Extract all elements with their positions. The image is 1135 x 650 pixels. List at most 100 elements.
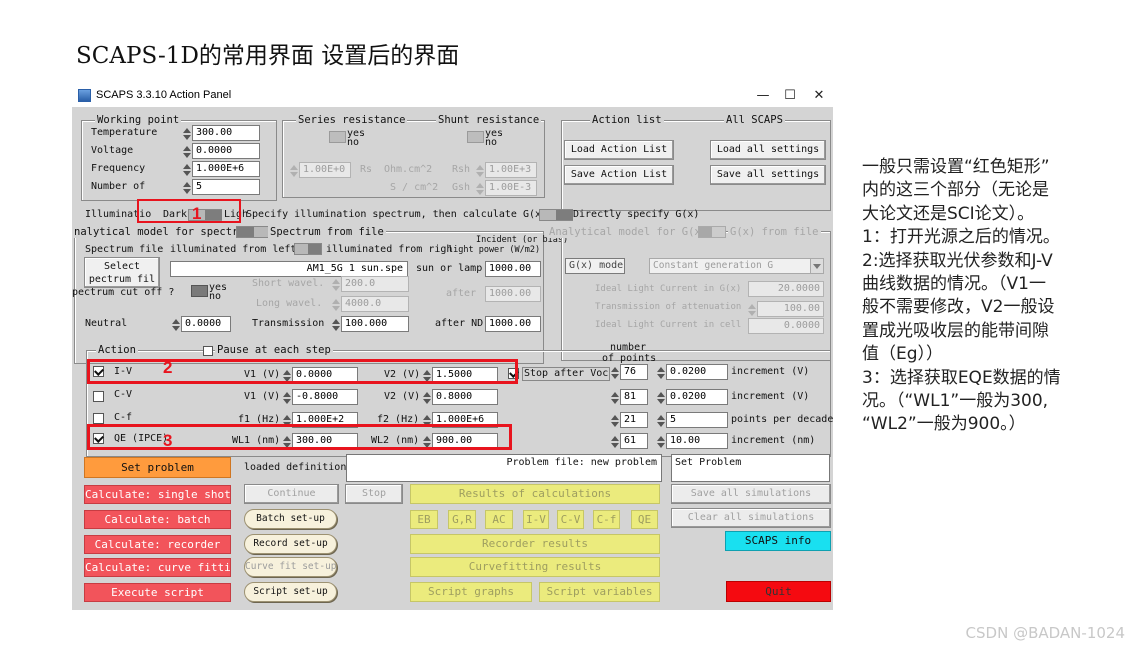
clear-all-simulations-button[interactable]: Clear all simulations <box>671 508 831 528</box>
illumination-side-switch[interactable] <box>294 243 322 255</box>
short-wavel-field[interactable]: 200.0 <box>341 276 409 292</box>
spectrum-cutoff-toggle[interactable] <box>191 285 208 297</box>
rs-spinner[interactable] <box>290 164 298 178</box>
cv-points-field[interactable]: 81 <box>620 389 648 405</box>
quit-button[interactable]: Quit <box>726 581 831 602</box>
short-wavel-spinner[interactable] <box>332 278 340 292</box>
rsh-spinner[interactable] <box>476 164 484 178</box>
long-wavel-spinner[interactable] <box>332 298 340 312</box>
batch-setup-button[interactable]: Batch set-up <box>244 509 337 529</box>
cf-checkbox[interactable] <box>93 413 104 424</box>
temperature-spinner[interactable] <box>183 127 191 141</box>
series-resistance-toggle[interactable] <box>329 131 346 143</box>
neutral-spinner[interactable] <box>172 318 180 332</box>
cv-result-button[interactable]: C-V <box>557 510 584 529</box>
curve-fit-setup-button[interactable]: Curve fit set-up <box>244 557 337 577</box>
script-graphs-button[interactable]: Script graphs <box>410 582 532 602</box>
spectrum-source-switch[interactable] <box>236 226 270 238</box>
qe-increment-field[interactable]: 10.00 <box>666 433 728 449</box>
ac-button[interactable]: AC <box>485 510 513 529</box>
neutral-field[interactable]: 0.0000 <box>181 316 231 332</box>
pause-checkbox[interactable] <box>203 346 213 356</box>
ideal-light-cell-field[interactable]: 0.0000 <box>748 318 824 334</box>
after-nd-field[interactable]: 1000.00 <box>485 316 541 332</box>
calculate-single-shot-button[interactable]: Calculate: single shot <box>84 485 231 504</box>
transmission-attenuation-spinner[interactable] <box>748 303 756 317</box>
minimize-button[interactable]: — <box>748 87 778 105</box>
cf-increment-spinner[interactable] <box>657 414 665 428</box>
scaps-info-button[interactable]: SCAPS info <box>725 531 831 551</box>
iv-points-spinner[interactable] <box>611 366 619 380</box>
cv-increment-spinner[interactable] <box>657 391 665 405</box>
recorder-results-button[interactable]: Recorder results <box>410 534 660 554</box>
number-spinner[interactable] <box>183 181 191 195</box>
cv-v1-field[interactable]: -0.8000 <box>292 389 358 405</box>
generation-mode-switch[interactable] <box>539 209 573 221</box>
qe-result-button[interactable]: QE <box>631 510 658 529</box>
select-spectrum-file-button[interactable]: Select pectrum fil <box>84 257 160 288</box>
eb-button[interactable]: EB <box>410 510 438 529</box>
maximize-button[interactable]: ☐ <box>775 87 805 105</box>
gsh-field[interactable]: 1.00E-3 <box>485 180 537 196</box>
results-of-calculations-button[interactable]: Results of calculations <box>410 484 660 504</box>
voltage-spinner[interactable] <box>183 145 191 159</box>
continue-button[interactable]: Continue <box>244 484 339 504</box>
qe-increment-spinner[interactable] <box>657 435 665 449</box>
save-all-settings-button[interactable]: Save all settings <box>710 165 826 185</box>
ideal-light-gx-field[interactable]: 20.0000 <box>748 281 824 297</box>
cv-v2-field[interactable]: 0.8000 <box>432 389 498 405</box>
number-field[interactable]: 5 <box>192 179 260 195</box>
load-all-settings-button[interactable]: Load all settings <box>710 140 826 160</box>
execute-script-button[interactable]: Execute script <box>84 583 231 602</box>
iv-result-button[interactable]: I-V <box>523 510 549 529</box>
calculate-batch-button[interactable]: Calculate: batch <box>84 510 231 529</box>
curvefitting-results-button[interactable]: Curvefitting results <box>410 557 660 577</box>
chevron-down-icon[interactable] <box>810 259 823 273</box>
frequency-field[interactable]: 1.000E+6 <box>192 161 260 177</box>
calculate-curve-fitting-button[interactable]: Calculate: curve fitting <box>84 558 231 577</box>
cv-checkbox[interactable] <box>93 391 104 402</box>
close-button[interactable]: ✕ <box>804 87 834 105</box>
gsh-spinner[interactable] <box>476 182 484 196</box>
cf-result-button[interactable]: C-f <box>593 510 620 529</box>
qe-points-spinner[interactable] <box>611 435 619 449</box>
cf-points-spinner[interactable] <box>611 414 619 428</box>
cv-v1-spinner[interactable] <box>283 391 291 405</box>
cf-increment-label: points per decade <box>731 414 834 425</box>
temperature-field[interactable]: 300.00 <box>192 125 260 141</box>
cv-points-spinner[interactable] <box>611 391 619 405</box>
frequency-spinner[interactable] <box>183 163 191 177</box>
iv-increment-field[interactable]: 0.0200 <box>666 364 728 380</box>
rs-field[interactable]: 1.00E+0 <box>299 162 351 178</box>
shunt-resistance-toggle[interactable] <box>467 131 484 143</box>
script-setup-button[interactable]: Script set-up <box>244 582 337 602</box>
transmission-attenuation-field[interactable]: 100.00 <box>757 301 824 317</box>
rsh-field[interactable]: 1.00E+3 <box>485 162 537 178</box>
long-wavel-field[interactable]: 4000.0 <box>341 296 409 312</box>
transmission-field[interactable]: 100.000 <box>341 316 409 332</box>
cv-increment-field[interactable]: 0.0200 <box>666 389 728 405</box>
spectrum-file-field[interactable]: AM1_5G 1 sun.spe <box>170 261 408 277</box>
stop-button[interactable]: Stop <box>345 484 403 504</box>
gr-button[interactable]: G,R <box>448 510 476 529</box>
script-variables-button[interactable]: Script variables <box>539 582 660 602</box>
cv-v2-spinner[interactable] <box>423 391 431 405</box>
after-field[interactable]: 1000.00 <box>485 286 541 302</box>
record-setup-button[interactable]: Record set-up <box>244 534 337 554</box>
qe-points-field[interactable]: 61 <box>620 433 648 449</box>
cf-increment-field[interactable]: 5 <box>666 412 728 428</box>
calculate-recorder-button[interactable]: Calculate: recorder <box>84 535 231 554</box>
transmission-spinner[interactable] <box>332 318 340 332</box>
gx-model-select[interactable]: Constant generation G <box>649 258 824 274</box>
gx-source-switch[interactable] <box>698 226 726 238</box>
voltage-field[interactable]: 0.0000 <box>192 143 260 159</box>
illumination-side-switch-knob <box>308 244 321 254</box>
save-all-simulations-button[interactable]: Save all simulations <box>671 484 831 504</box>
save-action-list-button[interactable]: Save Action List <box>564 165 674 185</box>
iv-points-field[interactable]: 76 <box>620 364 648 380</box>
sun-or-lamp-field[interactable]: 1000.00 <box>485 261 541 277</box>
load-action-list-button[interactable]: Load Action List <box>564 140 674 160</box>
set-problem-button[interactable]: Set problem <box>84 457 231 478</box>
iv-increment-spinner[interactable] <box>657 366 665 380</box>
cf-points-field[interactable]: 21 <box>620 412 648 428</box>
